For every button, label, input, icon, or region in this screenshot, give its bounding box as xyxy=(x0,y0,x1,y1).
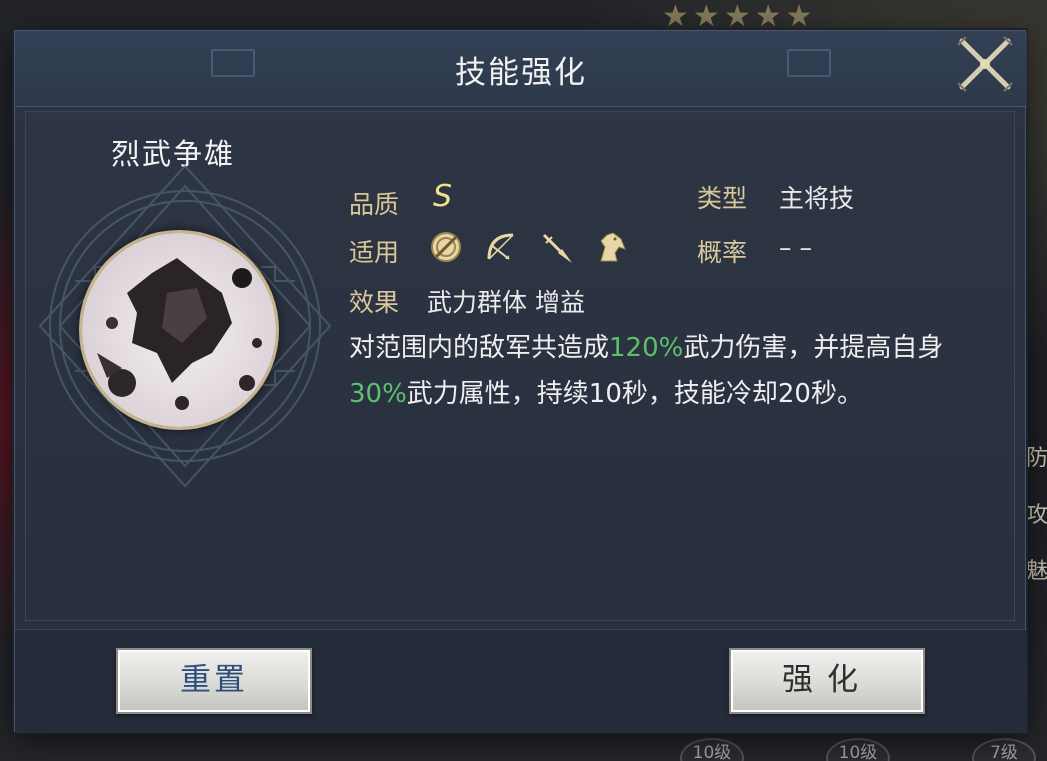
applicable-unit-icons xyxy=(428,229,629,269)
star-icon: ★ xyxy=(662,0,689,34)
spear-icon xyxy=(538,229,574,265)
crossed-swords-close-icon xyxy=(957,36,1013,92)
horse-icon xyxy=(593,229,629,265)
shield-icon xyxy=(428,229,464,265)
applicable-label: 适用 xyxy=(349,238,400,267)
desc-text: 武力属性，持续10秒，技能冷却20秒。 xyxy=(406,379,863,409)
reset-button[interactable]: 重置 xyxy=(116,648,312,714)
dialog-footer: 重置 强化 xyxy=(15,629,1027,733)
type-label: 类型 xyxy=(697,184,748,213)
chance-value: – – xyxy=(779,233,812,262)
dialog-title: 技能强化 xyxy=(455,55,587,91)
star-icon: ★ xyxy=(785,0,813,34)
type-value: 主将技 xyxy=(779,184,855,213)
effect-value: 武力群体 增益 xyxy=(427,288,585,317)
chance-label: 概率 xyxy=(697,238,748,267)
skill-description: 对范围内的敌军共造成120%武力伤害，并提高自身 30%武力属性，持续10秒，技能… xyxy=(349,325,989,417)
background-side-text: 防 xyxy=(1026,446,1047,471)
close-button[interactable] xyxy=(952,31,1018,97)
star-icon: ★ xyxy=(692,0,720,34)
skill-enhance-dialog: 技能强化 烈武争雄 品质 S 类型 主将技 适用 概率 – – 效果 武力群体 … xyxy=(14,30,1027,733)
desc-highlight-value: 120% xyxy=(609,333,684,363)
skill-icon xyxy=(79,230,279,430)
background-side-text: 魅 xyxy=(1026,559,1047,584)
background-stars: ★ ★ ★ ★ ★ xyxy=(662,2,813,32)
star-icon: ★ xyxy=(754,0,782,34)
effect-label: 效果 xyxy=(349,288,400,317)
dialog-header: 技能强化 xyxy=(15,31,1027,107)
desc-text: 武力伤害，并提高自身 xyxy=(683,333,944,363)
quality-label: 品质 xyxy=(349,190,400,219)
desc-text: 对范围内的敌军共造成 xyxy=(349,333,610,363)
bow-icon xyxy=(483,229,519,265)
enhance-button[interactable]: 强化 xyxy=(729,648,925,714)
star-icon: ★ xyxy=(723,0,751,34)
background-side-text: 攻 xyxy=(1026,503,1047,528)
quality-value: S xyxy=(433,179,453,214)
desc-highlight-value: 30% xyxy=(349,379,407,409)
